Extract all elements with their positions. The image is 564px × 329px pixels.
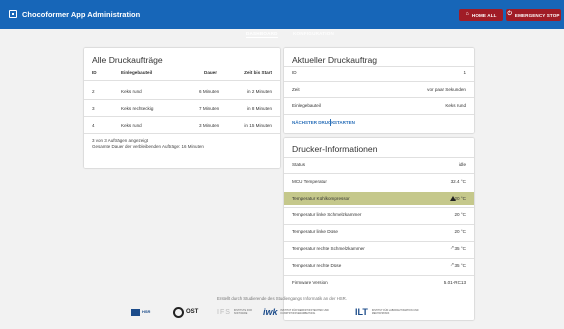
hsr-mark-icon xyxy=(131,308,140,316)
row-divider xyxy=(84,99,280,100)
job-start: in 15 Minuten xyxy=(244,123,272,128)
field-value: vor paar Sekunden xyxy=(427,87,466,92)
row-divider xyxy=(284,114,474,115)
printer-row-value: 35 °C xyxy=(454,263,466,268)
job-duration: 3 Minuten xyxy=(199,123,220,128)
brand: Chocoformer App Administration xyxy=(9,7,140,21)
printer-row-value: idle xyxy=(458,162,466,167)
tab-konfiguration[interactable]: KONFIGURATION xyxy=(293,31,334,36)
emergency-stop-button[interactable]: ⏻ EMERGENCY STOP xyxy=(506,9,561,21)
tab-dashboard[interactable]: DASHBOARD xyxy=(246,31,278,38)
button-divider xyxy=(330,119,331,126)
col-part: Einlegebauteil xyxy=(121,70,153,75)
job-part: Keks rund xyxy=(121,89,142,94)
home-all-label: HOME ALL xyxy=(471,12,497,18)
row-divider xyxy=(284,241,474,242)
row-divider xyxy=(284,224,474,225)
row-divider xyxy=(284,275,474,276)
start-button[interactable]: STARTEN xyxy=(334,120,355,125)
printer-row-label: Firmware Version xyxy=(292,280,328,285)
printer-row-value: 20 °C xyxy=(454,196,466,201)
printer-row-label: MCU Temperatur xyxy=(292,179,327,184)
field-value: 1 xyxy=(463,70,466,75)
printer-row-value: 20 °C xyxy=(454,229,466,234)
nav-tabs: DASHBOARD KONFIGURATION xyxy=(0,29,564,39)
row-divider xyxy=(84,80,280,81)
home-icon: ⌂ xyxy=(465,11,469,18)
jobs-title: Alle Druckaufträge xyxy=(92,55,163,65)
job-id: 3 xyxy=(92,106,95,111)
app-bar: Chocoformer App Administration ⌂ HOME AL… xyxy=(0,0,564,29)
printer-row-value: 5.01-RC13 xyxy=(443,280,466,285)
hsr-logo: HSR xyxy=(131,306,150,318)
job-part: Keks rund xyxy=(121,123,142,128)
row-divider xyxy=(284,66,474,67)
job-id: 4 xyxy=(92,123,95,128)
iwk-logo: iwk INSTITUT FÜR WERKSTOFFTECHNIK UND KU… xyxy=(263,307,329,317)
jobs-card: Alle Druckaufträge ID Einlegebauteil Dau… xyxy=(84,48,280,168)
job-duration: 7 Minuten xyxy=(199,106,220,111)
row-divider xyxy=(284,97,474,98)
printer-info-title: Drucker-Informationen xyxy=(292,144,378,154)
ila-logo: ILT INSTITUT FÜR LABORAUTOMATION UND MEC… xyxy=(355,307,419,317)
field-label: ID xyxy=(292,70,297,75)
current-job-card: Aktueller Druckauftrag ID 1 Zeit vor paa… xyxy=(284,48,474,133)
printer-row-label: Temperatur linke Düse xyxy=(292,229,338,234)
printer-row-label: Temperatur rechte Düse xyxy=(292,263,342,268)
field-value: Keks rund xyxy=(445,103,466,108)
printer-row-label: Temperatur rechte Schmelzkammer xyxy=(292,246,365,251)
home-all-button[interactable]: ⌂ HOME ALL xyxy=(459,9,503,21)
row-divider xyxy=(284,258,474,259)
col-duration: Dauer xyxy=(204,70,218,75)
job-start: in 2 Minuten xyxy=(246,89,272,94)
emergency-stop-label: EMERGENCY STOP xyxy=(514,12,560,18)
ifs-logo: IFS INSTITUTE FOR SOFTWARE xyxy=(217,308,252,316)
job-start: in 8 Minuten xyxy=(246,106,272,111)
row-divider xyxy=(84,116,280,117)
next-print-button[interactable]: NÄCHSTER DRUCK xyxy=(292,120,335,125)
partner-logos: HSR OST IFS INSTITUTE FOR SOFTWARE iwk I… xyxy=(131,306,431,318)
job-duration: 6 Minuten xyxy=(199,89,220,94)
footer-credit: Erstellt durch Studierende des Studienga… xyxy=(217,296,347,301)
jobs-summary-duration: Gesamte Dauer der verbleibenden Aufträge… xyxy=(92,144,204,149)
printer-row-value: 32.4 °C xyxy=(450,179,466,184)
row-divider xyxy=(284,81,474,82)
current-job-title: Aktueller Druckauftrag xyxy=(292,55,378,65)
printer-row-label: Temperatur Kühlkompressor xyxy=(292,196,350,201)
app-title: Chocoformer App Administration xyxy=(22,9,141,19)
row-divider xyxy=(84,133,280,134)
printer-row-value: 20 °C xyxy=(454,212,466,217)
field-label: Zeit xyxy=(292,87,300,92)
printer-info-card: Drucker-Informationen Status idle MCU Te… xyxy=(284,138,474,320)
field-label: Einlegebauteil xyxy=(292,103,321,108)
printer-row-label: Status xyxy=(292,162,306,167)
col-start: Zeit bis Start xyxy=(244,70,272,75)
app-icon xyxy=(9,10,17,18)
job-part: Keks rechteckig xyxy=(121,106,154,111)
job-id: 2 xyxy=(92,89,95,94)
ost-logo: OST xyxy=(173,306,198,318)
printer-row-value: 35 °C xyxy=(454,246,466,251)
printer-row-label: Temperatur linke Schmelzkammer xyxy=(292,212,362,217)
row-divider xyxy=(284,157,474,158)
row-divider xyxy=(284,173,474,174)
row-divider xyxy=(284,207,474,208)
ost-ring-icon xyxy=(173,306,184,318)
power-icon: ⏻ xyxy=(507,11,512,18)
col-id: ID xyxy=(92,70,97,75)
